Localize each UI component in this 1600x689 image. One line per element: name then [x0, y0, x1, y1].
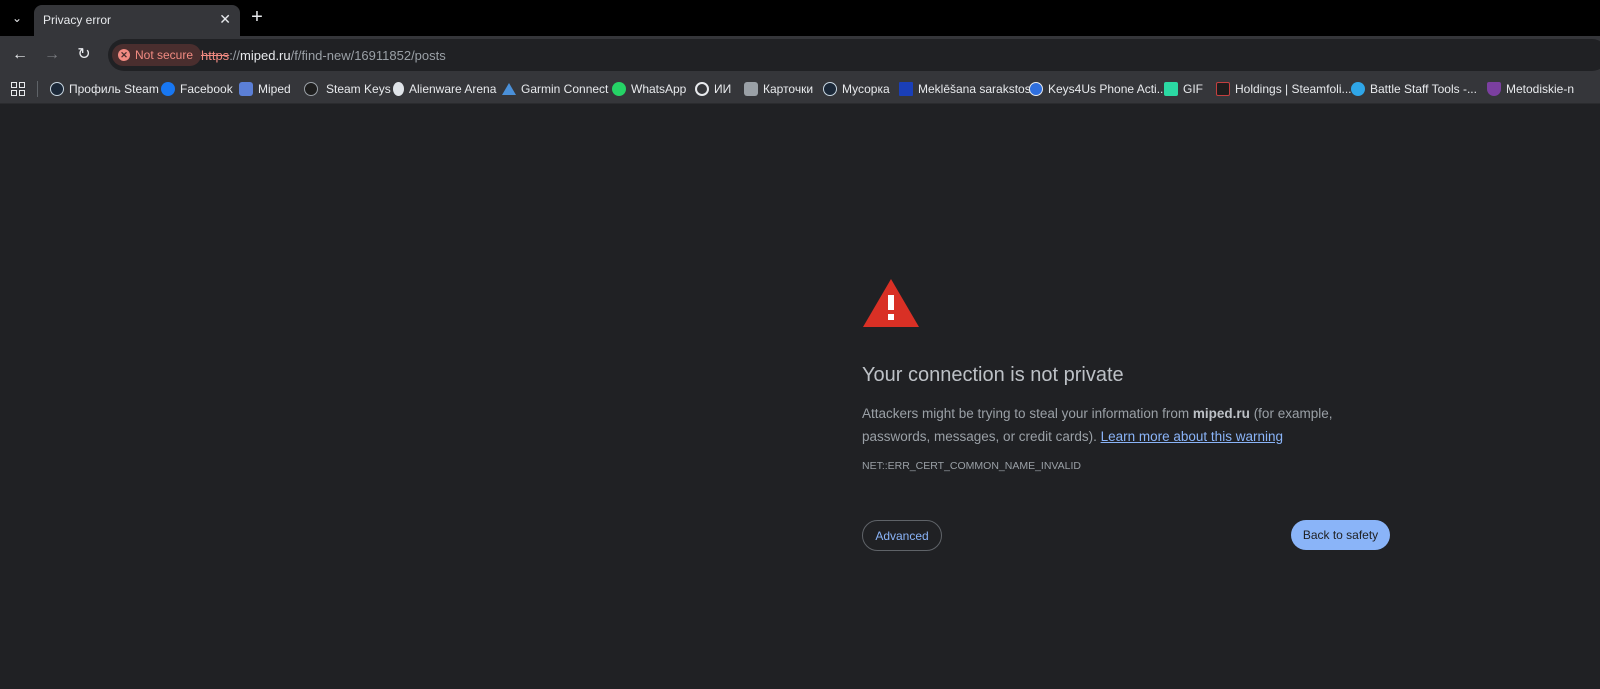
bookmark-item[interactable]: Карточки [744, 80, 813, 98]
security-chip-label: Not secure [135, 48, 194, 62]
gif-icon [1164, 82, 1178, 96]
bookmark-item[interactable]: WhatsApp [612, 80, 686, 98]
url-separator: :// [229, 48, 241, 63]
url-scheme: https [201, 48, 230, 63]
bookmark-label: Metodiskie-n [1506, 82, 1575, 96]
advanced-button[interactable]: Advanced [862, 520, 942, 551]
tab-title: Privacy error [43, 13, 112, 27]
bookmark-item[interactable]: Meklēšana sarakstos [899, 80, 1031, 98]
battle-icon [1351, 82, 1365, 96]
learn-more-link[interactable]: Learn more about this warning [1101, 429, 1283, 444]
list-icon [899, 82, 913, 96]
toolbar: ← → ↻ ✕ Not secure https://miped.ru/f/fi… [0, 36, 1600, 74]
bookmark-label: Keys4Us Phone Acti... [1048, 82, 1167, 96]
openai-icon [695, 82, 709, 96]
bookmark-item[interactable]: Battle Staff Tools -... [1351, 80, 1477, 98]
bookmark-item[interactable]: Alienware Arena [393, 80, 496, 98]
miped-icon [239, 82, 253, 96]
tab-strip: ⌄ Privacy error ✕ + [0, 0, 1600, 36]
bookmarks-bar: Профиль Steam Facebook Miped Steam Keys … [0, 74, 1600, 104]
forward-arrow-icon[interactable]: → [42, 45, 62, 65]
bookmark-label: Holdings | Steamfoli... [1235, 82, 1352, 96]
bookmark-label: Alienware Arena [409, 82, 497, 96]
bookmark-label: Battle Staff Tools -... [1370, 82, 1477, 96]
bookmark-label: Facebook [180, 82, 233, 96]
error-code: NET::ERR_CERT_COMMON_NAME_INVALID [862, 460, 1081, 472]
url-host: miped.ru [240, 48, 291, 63]
bookmark-item[interactable]: Miped [239, 80, 291, 98]
steamfolio-icon [1216, 82, 1230, 96]
alien-icon [393, 82, 404, 96]
warning-description: Attackers might be trying to steal your … [862, 402, 1342, 448]
bookmark-label: GIF [1183, 82, 1203, 96]
tab-privacy-error[interactable]: Privacy error ✕ [34, 5, 240, 36]
reload-icon[interactable]: ↻ [74, 45, 94, 65]
address-bar[interactable]: ✕ Not secure https://miped.ru/f/find-new… [108, 39, 1600, 71]
crest-icon [1487, 82, 1501, 96]
url-path: /f/find-new/16911852/posts [290, 48, 446, 63]
security-chip[interactable]: ✕ Not secure [112, 44, 202, 66]
whatsapp-icon [612, 82, 626, 96]
apps-grid-icon[interactable] [11, 82, 25, 96]
bookmark-item[interactable]: GIF [1164, 80, 1203, 98]
bookmark-item[interactable]: Facebook [161, 80, 233, 98]
key-icon [304, 82, 318, 96]
garmin-icon [502, 83, 516, 95]
warning-circle-icon: ✕ [118, 49, 130, 61]
bookmark-item[interactable]: ИИ [695, 80, 731, 98]
description-host: miped.ru [1192, 406, 1250, 421]
bookmark-item[interactable]: Steam Keys [304, 80, 391, 98]
bookmark-label: Мусорка [842, 82, 890, 96]
new-tab-icon[interactable]: + [248, 6, 266, 28]
bookmark-label: Профиль Steam [69, 82, 159, 96]
bookmark-item[interactable]: Мусорка [823, 80, 890, 98]
url-text[interactable]: https://miped.ru/f/find-new/16911852/pos… [201, 48, 446, 63]
bookmark-label: WhatsApp [631, 82, 687, 96]
page-title: Your connection is not private [862, 364, 1124, 386]
keys4us-icon [1029, 82, 1043, 96]
steam-icon [823, 82, 837, 96]
back-to-safety-button[interactable]: Back to safety [1291, 520, 1390, 550]
cards-icon [744, 82, 758, 96]
description-prefix: Attackers might be trying to steal your … [862, 406, 1190, 421]
bookmark-label: Steam Keys [326, 82, 391, 96]
bookmark-item[interactable]: Metodiskie-n [1487, 80, 1574, 98]
back-arrow-icon[interactable]: ← [10, 45, 30, 65]
bookmark-label: ИИ [714, 82, 732, 96]
steam-icon [50, 82, 64, 96]
bookmark-item[interactable]: Keys4Us Phone Acti... [1029, 80, 1167, 98]
close-icon[interactable]: ✕ [219, 11, 231, 27]
bookmarks-divider [37, 81, 38, 97]
bookmark-label: Garmin Connect [521, 82, 609, 96]
tab-search-icon[interactable]: ⌄ [6, 7, 28, 29]
facebook-icon [161, 82, 175, 96]
bookmark-item[interactable]: Garmin Connect [502, 80, 608, 98]
bookmark-label: Miped [258, 82, 291, 96]
bookmark-item[interactable]: Профиль Steam [50, 80, 159, 98]
warning-triangle-icon [863, 279, 919, 327]
bookmark-label: Meklēšana sarakstos [918, 82, 1031, 96]
bookmark-label: Карточки [763, 82, 814, 96]
bookmark-item[interactable]: Holdings | Steamfoli... [1216, 80, 1352, 98]
